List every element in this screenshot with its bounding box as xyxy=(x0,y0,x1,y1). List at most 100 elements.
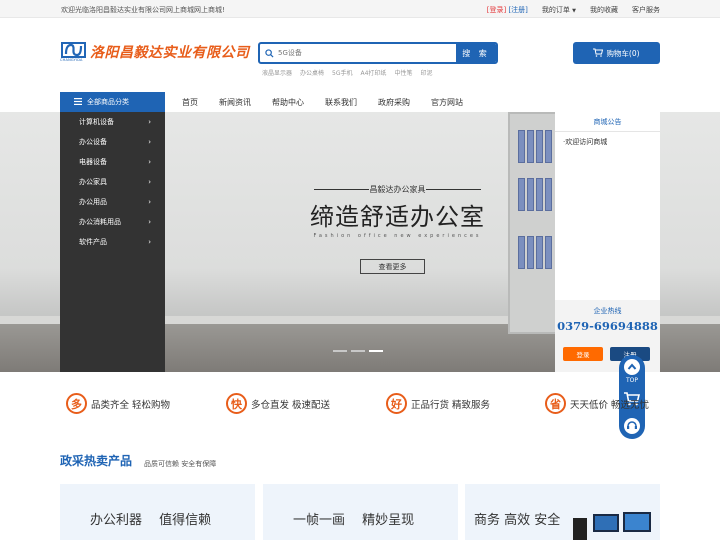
category-item[interactable]: 办公设备 › xyxy=(60,132,165,152)
my-orders-label: 我的订单 xyxy=(541,6,570,14)
product-card-text: 商务 高效 安全 xyxy=(474,513,561,528)
binder-shape xyxy=(518,130,525,163)
binder-shape xyxy=(536,236,543,269)
headline-line-left xyxy=(314,189,369,190)
top-auth: [登录] [注册] xyxy=(487,5,528,15)
logo-mark-icon: CHANGYIDA xyxy=(60,41,87,63)
hot-keywords: 液晶显示器 办公桌椅 5G手机 A4打印纸 中性笔 印泥 xyxy=(262,68,432,77)
binder-shape xyxy=(527,178,534,211)
hot-keyword[interactable]: 中性笔 xyxy=(394,68,412,77)
category-item[interactable]: 电器设备 › xyxy=(60,152,165,172)
chevron-up-icon xyxy=(627,363,637,370)
hotline-label: 企业热线 xyxy=(593,307,622,315)
feature-item: 省天天低价 畅选无忧 xyxy=(545,393,649,414)
nav-item-procurement[interactable]: 政府采购 xyxy=(378,97,410,108)
search-input[interactable] xyxy=(278,44,456,62)
slide-indicators xyxy=(333,350,383,352)
chevron-right-icon: › xyxy=(148,198,151,206)
feature-badge: 快 xyxy=(226,393,247,414)
product-card[interactable]: 一帧一画 精妙呈现 xyxy=(263,484,458,540)
category-list: 计算机设备 › 办公设备 › 电器设备 › 办公家具 › 办公用品 › 办公消耗用品 › 软… xyxy=(60,112,165,372)
nav-item-news[interactable]: 新闻资讯 xyxy=(219,97,251,108)
chevron-right-icon: › xyxy=(148,178,151,186)
category-item[interactable]: 办公用品 › xyxy=(60,192,165,212)
notice-item[interactable]: ·欢迎访问商城 xyxy=(555,132,660,152)
search-icon xyxy=(260,44,278,62)
category-label: 计算机设备 xyxy=(79,118,114,126)
search-box: 搜 索 xyxy=(258,42,498,64)
category-item[interactable]: 办公家具 › xyxy=(60,172,165,192)
hot-keyword[interactable]: A4打印纸 xyxy=(361,68,387,77)
customer-chat-button[interactable] xyxy=(624,418,640,434)
binder-shape xyxy=(545,236,552,269)
back-to-top-button[interactable] xyxy=(624,359,640,375)
slide-dot[interactable] xyxy=(333,350,347,352)
login-button[interactable]: 登录 xyxy=(563,347,603,361)
feature-text: 正品行货 精致服务 xyxy=(411,399,491,411)
product-card-text: 一帧一画 精妙呈现 xyxy=(293,513,415,528)
caret-down-icon: ▼ xyxy=(572,8,576,14)
category-label: 办公消耗用品 xyxy=(79,218,121,226)
feature-badge: 省 xyxy=(545,393,566,414)
slide-dot[interactable] xyxy=(369,350,383,352)
slide-dot[interactable] xyxy=(351,350,365,352)
my-favorites-link[interactable]: 我的收藏 xyxy=(590,5,618,15)
nav-menu: 首页 新闻资讯 帮助中心 联系我们 政府采购 官方网站 xyxy=(182,97,484,108)
hot-keyword[interactable]: 液晶显示器 xyxy=(262,68,292,77)
welcome-text: 欢迎光临洛阳昌毅达实业有限公司网上商城网上商城! xyxy=(61,6,225,14)
search-button[interactable]: 搜 索 xyxy=(456,44,496,62)
category-item[interactable]: 办公消耗用品 › xyxy=(60,212,165,232)
logo-subtext: CHANGYIDA xyxy=(60,58,83,62)
feature-badge: 好 xyxy=(386,393,407,414)
product-card-text: 办公利器 值得信赖 xyxy=(90,513,212,528)
top-bar: 欢迎光临洛阳昌毅达实业有限公司网上商城网上商城! [登录] [注册] 我的订单 … xyxy=(0,0,720,18)
hot-keyword[interactable]: 5G手机 xyxy=(332,68,352,77)
back-to-top-label: TOP xyxy=(625,377,638,384)
feature-strip: 多品类齐全 轻松购物 快多仓直发 极速配送 好正品行货 精致服务 省天天低价 畅… xyxy=(0,393,720,419)
chevron-right-icon: › xyxy=(148,138,151,146)
binder-shape xyxy=(518,178,525,211)
customer-service-link[interactable]: 客户服务 xyxy=(632,5,660,15)
binder-shape xyxy=(536,130,543,163)
my-orders-link[interactable]: 我的订单 ▼ xyxy=(542,5,576,15)
notice-title: 商城公告 xyxy=(555,112,660,132)
nav-item-home[interactable]: 首页 xyxy=(182,97,198,108)
feature-text: 多仓直发 极速配送 xyxy=(251,399,331,411)
binder-shape xyxy=(545,130,552,163)
nav-item-contact[interactable]: 联系我们 xyxy=(325,97,357,108)
site-logo[interactable]: CHANGYIDA 洛阳昌毅达实业有限公司 xyxy=(60,41,250,63)
top-links: [登录] [注册] 我的订单 ▼ 我的收藏 客户服务 xyxy=(487,5,660,15)
feature-badge: 多 xyxy=(66,393,87,414)
hot-keyword[interactable]: 印泥 xyxy=(420,68,432,77)
product-card[interactable]: 办公利器 值得信赖 xyxy=(60,484,255,540)
product-card[interactable]: 商务 高效 安全 xyxy=(465,484,660,540)
nav-item-official-site[interactable]: 官方网站 xyxy=(431,97,463,108)
nav-item-help[interactable]: 帮助中心 xyxy=(272,97,304,108)
view-more-button[interactable]: 查看更多 xyxy=(360,259,425,274)
cart-icon xyxy=(593,48,604,59)
hot-keyword[interactable]: 办公桌椅 xyxy=(300,68,324,77)
feature-item: 多品类齐全 轻松购物 xyxy=(66,393,170,414)
notice-panel: 商城公告 ·欢迎访问商城 企业热线 0379-69694888 登录 注册 xyxy=(555,112,660,372)
cart-button[interactable]: 购物车(0) xyxy=(573,42,660,64)
top-register-link[interactable]: [注册] xyxy=(508,6,527,14)
banner-headline: 昌毅达办公家具 缔造舒适办公室 Fashion office new exper… xyxy=(300,184,495,239)
banner-english: Fashion office new experiences xyxy=(313,233,482,239)
cart-label: 购物车(0) xyxy=(606,48,640,58)
computer-product-image xyxy=(573,512,651,540)
category-label: 办公家具 xyxy=(79,178,107,186)
feature-text: 品类齐全 轻松购物 xyxy=(91,399,171,411)
binder-shape xyxy=(545,178,552,211)
top-login-link[interactable]: [登录] xyxy=(487,6,506,14)
category-label: 软件产品 xyxy=(79,238,107,246)
all-categories-label: 全部商品分类 xyxy=(87,98,129,106)
chevron-right-icon: › xyxy=(148,158,151,166)
all-categories-button[interactable]: 全部商品分类 xyxy=(60,92,165,112)
hotline-phone: 0379-69694888 xyxy=(557,319,658,333)
binder-shape xyxy=(527,236,534,269)
category-item[interactable]: 计算机设备 › xyxy=(60,112,165,132)
hotline-box: 企业热线 0379-69694888 登录 注册 xyxy=(555,300,660,372)
feature-text: 天天低价 畅选无忧 xyxy=(570,399,650,411)
feature-item: 好正品行货 精致服务 xyxy=(386,393,490,414)
category-item[interactable]: 软件产品 › xyxy=(60,232,165,252)
